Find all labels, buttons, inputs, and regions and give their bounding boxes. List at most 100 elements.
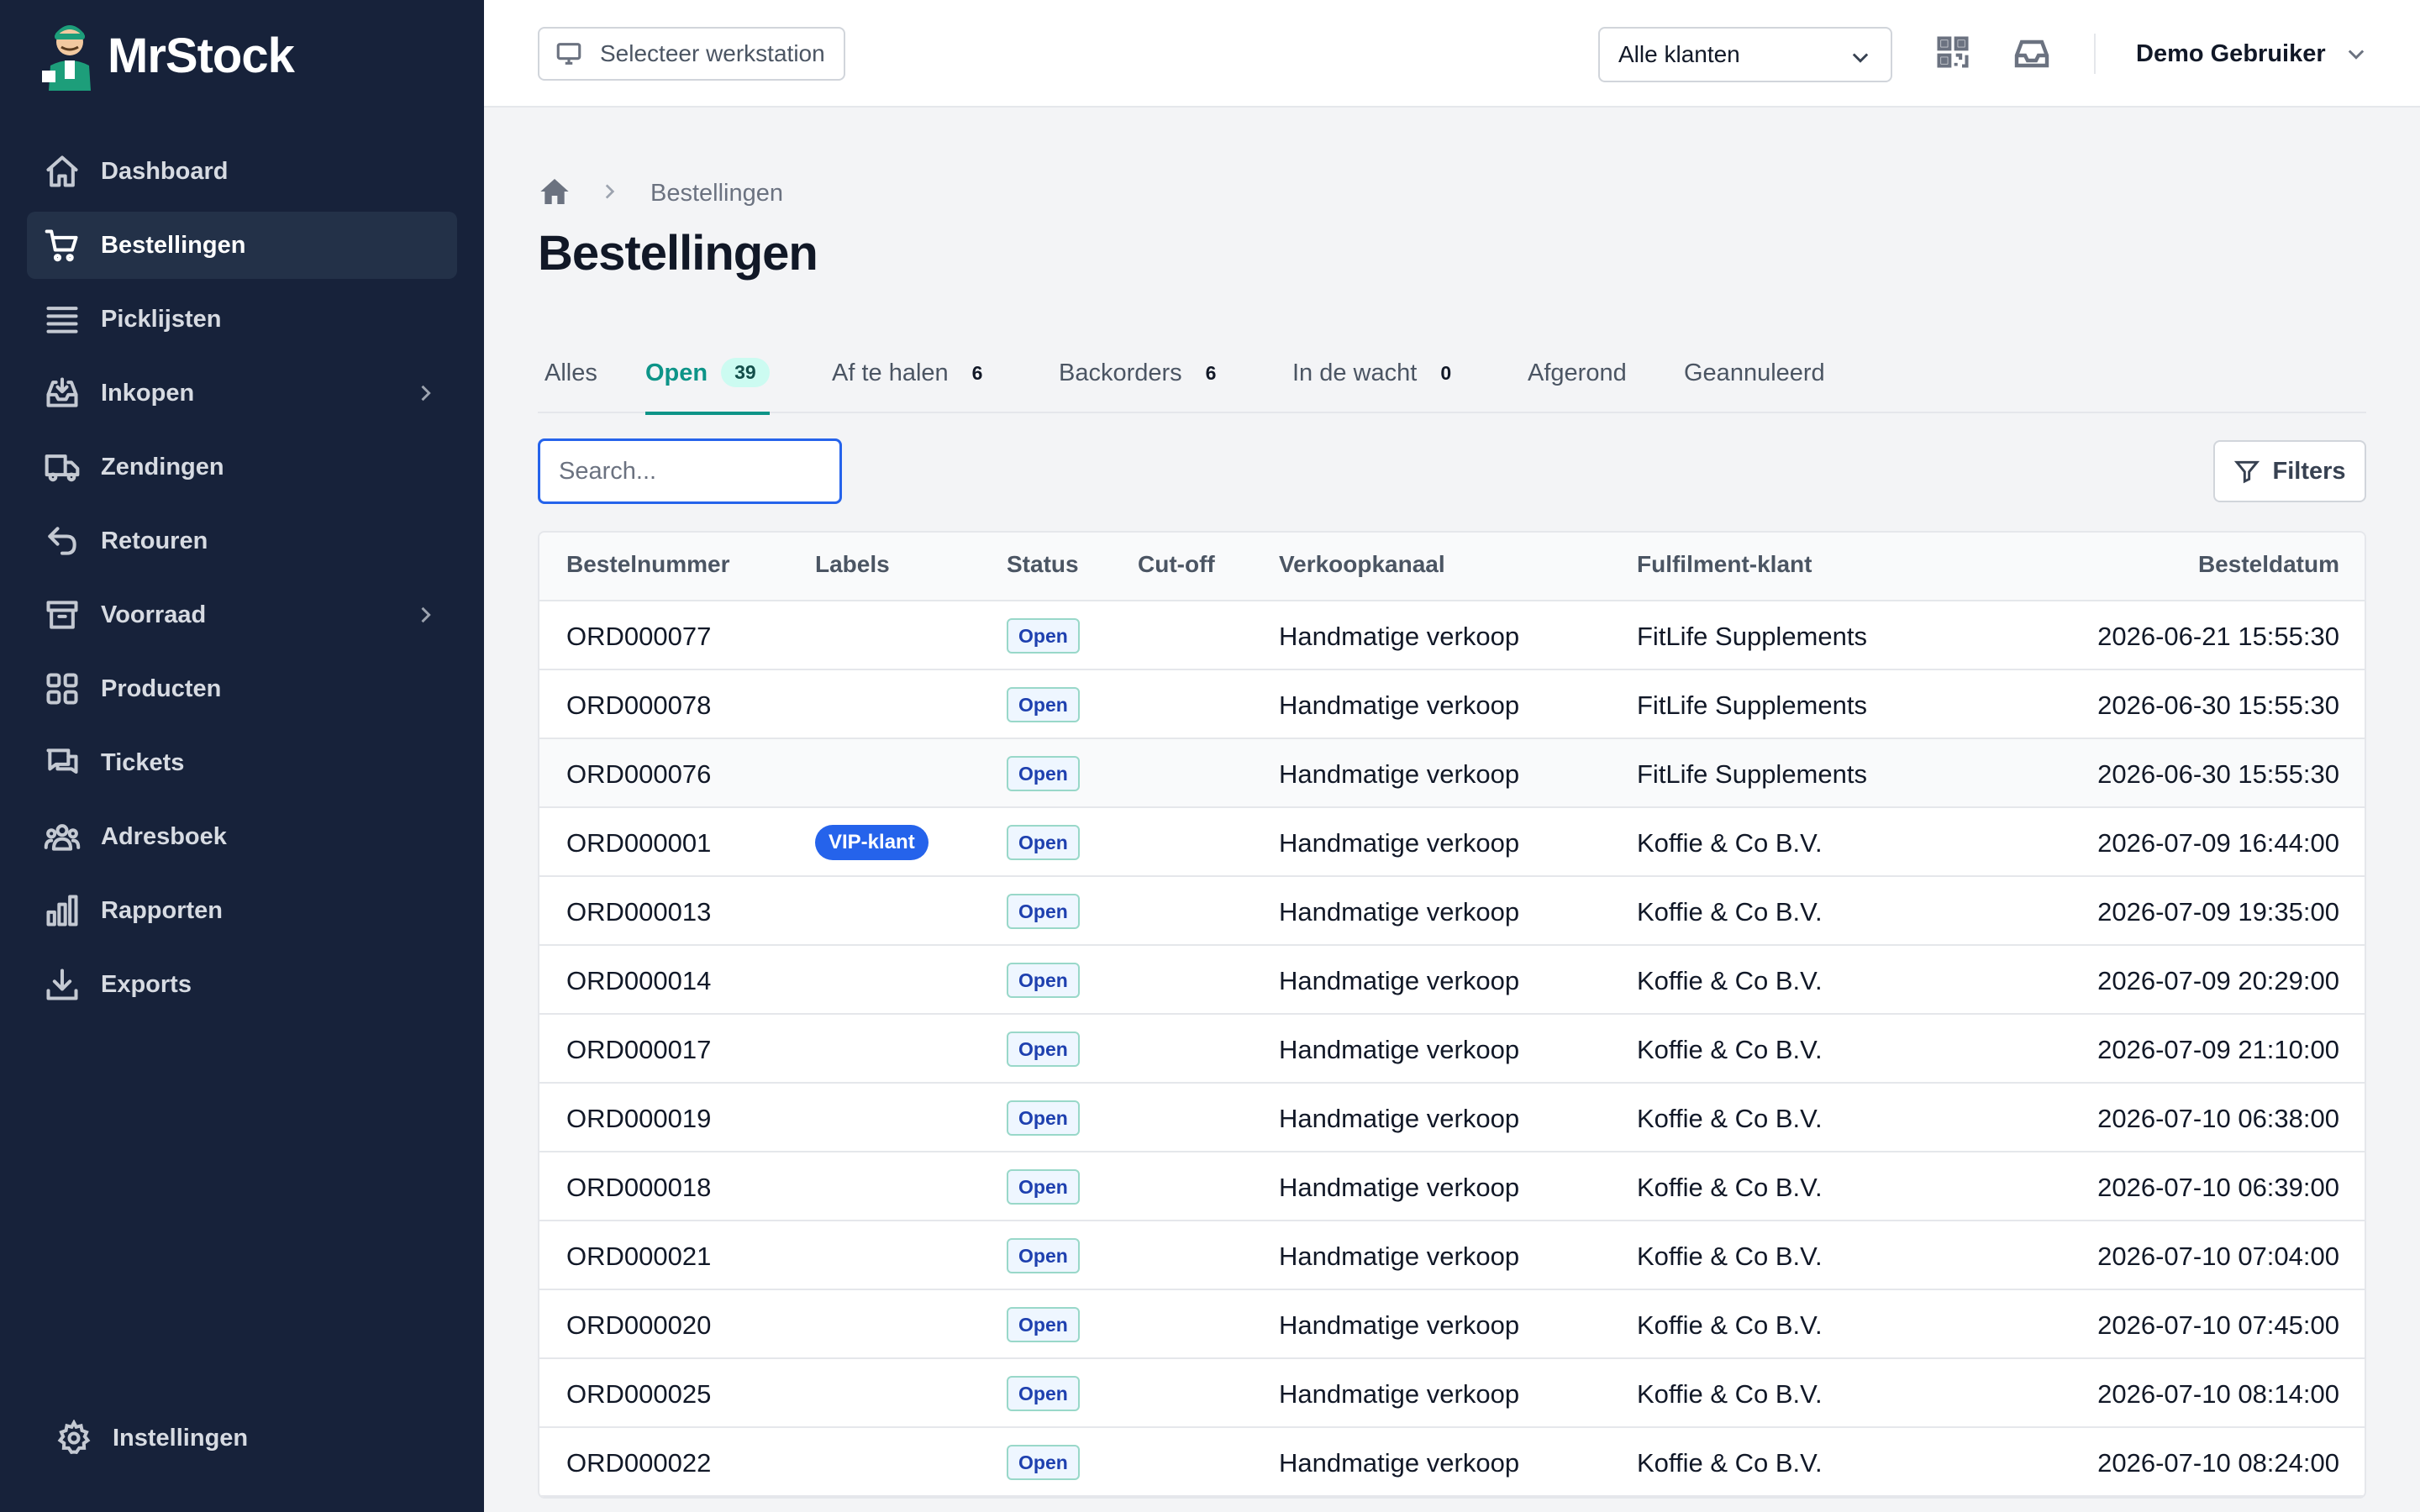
chevron-right-icon[interactable] bbox=[413, 381, 437, 405]
fulfilment-client: Koffie & Co B.V. bbox=[1637, 1173, 1823, 1202]
column-header-cut-off[interactable]: Cut-off bbox=[1138, 551, 1215, 578]
sidebar-item-exports[interactable]: Exports bbox=[27, 951, 457, 1018]
table-row[interactable]: ORD000078 Open Handmatige verkoop FitLif… bbox=[539, 670, 2365, 739]
table-row[interactable]: ORD000025 Open Handmatige verkoop Koffie… bbox=[539, 1359, 2365, 1428]
order-date: 2026-07-10 07:04:00 bbox=[2097, 1242, 2339, 1271]
column-header-besteldatum[interactable]: Besteldatum bbox=[2198, 551, 2339, 578]
topbar: Selecteer werkstation Alle klanten Demo … bbox=[484, 0, 2420, 108]
sidebar-item-instellingen[interactable]: Instellingen bbox=[55, 1420, 248, 1457]
sidebar-item-adresboek[interactable]: Adresboek bbox=[27, 803, 457, 870]
tab-count-badge: 6 bbox=[971, 362, 983, 384]
table-row[interactable]: ORD000014 Open Handmatige verkoop Koffie… bbox=[539, 946, 2365, 1015]
order-number[interactable]: ORD000077 bbox=[566, 622, 711, 652]
order-date: 2026-06-30 15:55:30 bbox=[2097, 759, 2339, 789]
breadcrumb-current[interactable]: Bestellingen bbox=[650, 180, 783, 207]
order-number[interactable]: ORD000020 bbox=[566, 1310, 711, 1341]
table-row[interactable]: ORD000017 Open Handmatige verkoop Koffie… bbox=[539, 1015, 2365, 1084]
sidebar-item-dashboard[interactable]: Dashboard bbox=[27, 138, 457, 205]
brand-logo[interactable]: MrStock bbox=[39, 20, 295, 91]
order-number[interactable]: ORD000025 bbox=[566, 1379, 711, 1410]
order-number[interactable]: ORD000001 bbox=[566, 828, 711, 858]
table-row[interactable]: ORD000001 VIP-klant Open Handmatige verk… bbox=[539, 808, 2365, 877]
order-number[interactable]: ORD000018 bbox=[566, 1173, 711, 1203]
table-row[interactable]: ORD000076 Open Handmatige verkoop FitLif… bbox=[539, 739, 2365, 808]
order-number[interactable]: ORD000013 bbox=[566, 897, 711, 927]
return-arrow-icon bbox=[42, 521, 82, 561]
qr-code-icon[interactable] bbox=[1934, 34, 1971, 71]
table-row[interactable]: ORD000021 Open Handmatige verkoop Koffie… bbox=[539, 1221, 2365, 1290]
column-header-labels[interactable]: Labels bbox=[815, 551, 890, 578]
sidebar-item-bestellingen[interactable]: Bestellingen bbox=[27, 212, 457, 279]
table-row[interactable]: ORD000013 Open Handmatige verkoop Koffie… bbox=[539, 877, 2365, 946]
filters-button[interactable]: Filters bbox=[2213, 440, 2366, 502]
status-tabs: Alles Open 39 Af te halen 6 Backorders 6… bbox=[538, 351, 2366, 415]
column-header-fulfilment-klant[interactable]: Fulfilment-klant bbox=[1637, 551, 1812, 578]
user-menu[interactable]: Demo Gebruiker bbox=[2136, 34, 2368, 74]
client-select[interactable]: Alle klanten bbox=[1598, 27, 1892, 82]
status-badge: Open bbox=[1007, 1376, 1080, 1411]
sidebar-item-retouren[interactable]: Retouren bbox=[27, 507, 457, 575]
brand-name: MrStock bbox=[108, 28, 295, 83]
filters-label: Filters bbox=[2272, 457, 2346, 485]
order-number[interactable]: ORD000078 bbox=[566, 690, 711, 721]
fulfilment-client: Koffie & Co B.V. bbox=[1637, 1242, 1823, 1271]
sidebar-item-picklijsten[interactable]: Picklijsten bbox=[27, 286, 457, 353]
sidebar-item-label: Picklijsten bbox=[101, 305, 222, 333]
fulfilment-client: Koffie & Co B.V. bbox=[1637, 1104, 1823, 1133]
table-row[interactable]: ORD000022 Open Handmatige verkoop Koffie… bbox=[539, 1428, 2365, 1497]
search-input[interactable] bbox=[538, 438, 842, 504]
column-header-status[interactable]: Status bbox=[1007, 551, 1079, 578]
order-date: 2026-06-30 15:55:30 bbox=[2097, 690, 2339, 720]
sidebar-nav: Dashboard Bestellingen Picklijsten Inkop… bbox=[27, 138, 457, 1025]
table-row[interactable]: ORD000018 Open Handmatige verkoop Koffie… bbox=[539, 1152, 2365, 1221]
tab-afgerond[interactable]: Afgerond bbox=[1528, 351, 1627, 413]
sales-channel: Handmatige verkoop bbox=[1279, 1310, 1520, 1340]
table-row[interactable]: ORD000019 Open Handmatige verkoop Koffie… bbox=[539, 1084, 2365, 1152]
sidebar-item-producten[interactable]: Producten bbox=[27, 655, 457, 722]
status-badge: Open bbox=[1007, 687, 1080, 722]
table-row[interactable]: ORD000077 Open Handmatige verkoop FitLif… bbox=[539, 601, 2365, 670]
tab-alles[interactable]: Alles bbox=[544, 351, 597, 413]
select-workstation-label: Selecteer werkstation bbox=[600, 40, 825, 66]
sales-channel: Handmatige verkoop bbox=[1279, 622, 1520, 651]
sidebar-item-zendingen[interactable]: Zendingen bbox=[27, 433, 457, 501]
order-number[interactable]: ORD000022 bbox=[566, 1448, 711, 1478]
sidebar-item-tickets[interactable]: Tickets bbox=[27, 729, 457, 796]
list-icon bbox=[42, 299, 82, 339]
order-date: 2026-07-09 21:10:00 bbox=[2097, 1035, 2339, 1064]
status-badge: Open bbox=[1007, 1238, 1080, 1273]
fulfilment-client: FitLife Supplements bbox=[1637, 622, 1867, 651]
order-number[interactable]: ORD000014 bbox=[566, 966, 711, 996]
table-header: Bestelnummer Labels Status Cut-off Verko… bbox=[539, 533, 2365, 601]
column-header-bestelnummer[interactable]: Bestelnummer bbox=[566, 551, 730, 578]
sidebar-item-label: Bestellingen bbox=[101, 231, 246, 259]
tab-label: Af te halen bbox=[832, 360, 949, 386]
sales-channel: Handmatige verkoop bbox=[1279, 759, 1520, 789]
cart-icon bbox=[42, 225, 82, 265]
tab-backorders[interactable]: Backorders 6 bbox=[1059, 351, 1216, 413]
table-row[interactable]: ORD000020 Open Handmatige verkoop Koffie… bbox=[539, 1290, 2365, 1359]
status-badge: Open bbox=[1007, 963, 1080, 998]
order-number[interactable]: ORD000019 bbox=[566, 1104, 711, 1134]
select-workstation-button[interactable]: Selecteer werkstation bbox=[538, 27, 845, 81]
sidebar-item-inkopen[interactable]: Inkopen bbox=[27, 360, 457, 427]
tab-open[interactable]: Open 39 bbox=[645, 351, 770, 415]
orders-table: Bestelnummer Labels Status Cut-off Verko… bbox=[538, 531, 2366, 1499]
sidebar-item-label: Exports bbox=[101, 970, 192, 998]
chevron-right-icon[interactable] bbox=[413, 603, 437, 627]
order-number[interactable]: ORD000017 bbox=[566, 1035, 711, 1065]
tab-geannuleerd[interactable]: Geannuleerd bbox=[1684, 351, 1825, 413]
order-number[interactable]: ORD000076 bbox=[566, 759, 711, 790]
sales-channel: Handmatige verkoop bbox=[1279, 966, 1520, 995]
sidebar-item-rapporten[interactable]: Rapporten bbox=[27, 877, 457, 944]
tab-af-te-halen[interactable]: Af te halen 6 bbox=[832, 351, 982, 413]
chevron-down-icon bbox=[1852, 53, 1869, 63]
home-icon[interactable] bbox=[538, 175, 571, 213]
fulfilment-client: Koffie & Co B.V. bbox=[1637, 1379, 1823, 1409]
sidebar-item-voorraad[interactable]: Voorraad bbox=[27, 581, 457, 648]
order-number[interactable]: ORD000021 bbox=[566, 1242, 711, 1272]
inbox-icon[interactable] bbox=[2012, 34, 2052, 74]
order-date: 2026-07-09 19:35:00 bbox=[2097, 897, 2339, 927]
column-header-verkoopkanaal[interactable]: Verkoopkanaal bbox=[1279, 551, 1445, 578]
tab-in-de-wacht[interactable]: In de wacht 0 bbox=[1292, 351, 1451, 413]
